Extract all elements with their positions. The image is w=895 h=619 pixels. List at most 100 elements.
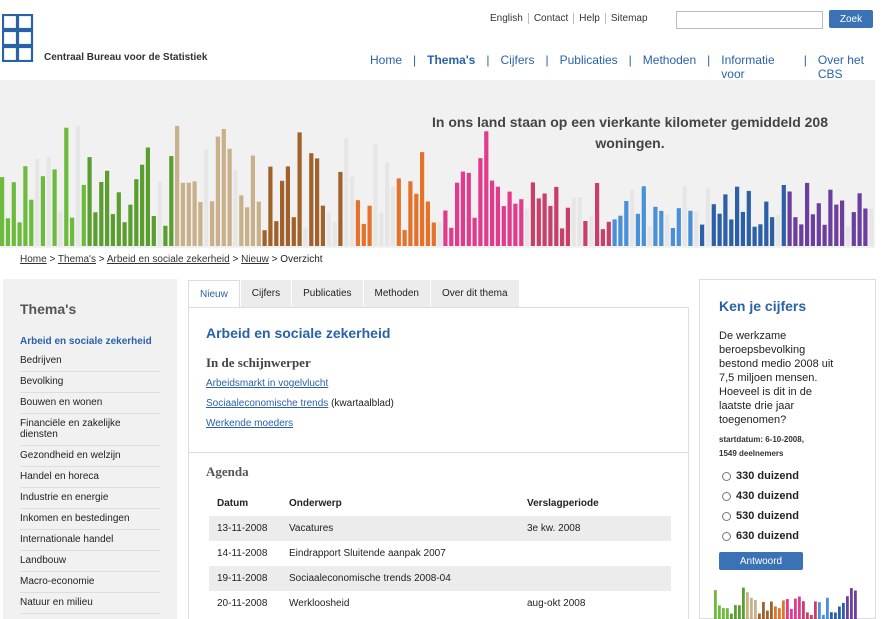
sidebar-item-bouwen-en-wonen[interactable]: Bouwen en wonen (20, 393, 160, 414)
banner-bar (729, 219, 734, 246)
cell-onderwerp: Eindrapport Sluitende aanpak 2007 (289, 548, 446, 559)
link-sitemap[interactable]: Sitemap (606, 13, 653, 24)
breadcrumb: Home > Thema's > Arbeid en sociale zeker… (20, 254, 323, 265)
tab-methoden[interactable]: Methoden (363, 280, 430, 308)
banner-bar (530, 182, 535, 246)
banner-bar (816, 203, 821, 246)
option-label: 630 duizend (736, 530, 799, 542)
banner-bar (705, 188, 710, 246)
quiz-bar (754, 599, 757, 619)
banner-bar (46, 157, 51, 246)
breadcrumb-themas[interactable]: Thema's (58, 254, 96, 265)
quiz-participants: 1549 deelnemers (719, 449, 784, 458)
quiz-option-630[interactable]: 630 duizend (722, 530, 799, 542)
nav-cijfers[interactable]: Cijfers (489, 53, 545, 81)
page-title: Arbeid en sociale zekerheid (206, 325, 391, 341)
banner-bar (128, 204, 133, 246)
sidebar-item-internationale-handel[interactable]: Internationale handel (20, 530, 160, 551)
banner-bar (577, 197, 582, 246)
option-label: 530 duizend (736, 510, 799, 522)
quiz-option-530[interactable]: 530 duizend (722, 510, 799, 522)
table-row[interactable]: 20-11-2008 Werkloosheid aug-okt 2008 (209, 591, 671, 616)
banner-bar (536, 198, 541, 246)
banner-bar (175, 125, 180, 246)
banner-bar (192, 181, 197, 246)
table-row[interactable]: 13-11-2008 Vacatures 3e kw. 2008 (209, 516, 671, 541)
banner-bar (665, 214, 670, 246)
sidebar-item-handel-horeca[interactable]: Handel en horeca (20, 467, 160, 488)
banner-bar (280, 180, 285, 246)
link-help[interactable]: Help (574, 13, 606, 24)
tab-over-dit-thema[interactable]: Over dit thema (430, 280, 519, 308)
quiz-bar (782, 600, 785, 619)
search-button[interactable]: Zoek (829, 10, 873, 28)
nav-publicaties[interactable]: Publicaties (549, 53, 629, 81)
search-input[interactable] (676, 11, 823, 29)
banner-bar (787, 191, 792, 246)
banner-bar (151, 216, 156, 246)
sidebar-item-industrie-energie[interactable]: Industrie en energie (20, 488, 160, 509)
breadcrumb-nieuw[interactable]: Nieuw (241, 254, 269, 265)
sidebar-item-bedrijven[interactable]: Bedrijven (20, 351, 160, 372)
banner-bar (682, 186, 687, 246)
radio-button[interactable] (722, 511, 731, 521)
breadcrumb-arbeid[interactable]: Arbeid en sociale zekerheid (107, 254, 230, 265)
banner-bar (612, 219, 617, 246)
radio-button[interactable] (722, 491, 731, 501)
radio-button[interactable] (722, 471, 731, 481)
table-row[interactable]: 19-11-2008 Sociaaleconomische trends 200… (209, 566, 671, 591)
banner-bar (350, 176, 355, 246)
banner-text: In ons land staan op een vierkante kilom… (431, 114, 828, 151)
banner-bar (717, 213, 722, 246)
quiz-bar (818, 602, 821, 619)
content-tabs: Nieuw Cijfers Publicaties Methoden Over … (188, 280, 520, 308)
quiz-start-date: startdatum: 6-10-2008, (719, 435, 804, 444)
banner-bar (64, 127, 69, 246)
tab-cijfers[interactable]: Cijfers (240, 280, 292, 308)
sidebar-item-natuur-milieu[interactable]: Natuur en milieu (20, 593, 160, 614)
banner-bar (75, 125, 80, 246)
breadcrumb-separator: > (98, 254, 105, 265)
sidebar-item-bevolking[interactable]: Bevolking (20, 372, 160, 393)
banner-bar (600, 229, 605, 246)
spotlight-link-werkende-moeders[interactable]: Werkende moeders (206, 418, 293, 429)
tab-nieuw[interactable]: Nieuw (188, 280, 240, 308)
banner-bar (40, 176, 45, 246)
banner-bar (630, 189, 635, 246)
radio-button[interactable] (722, 531, 731, 541)
sidebar-item-arbeid[interactable]: Arbeid en sociale zekerheid (20, 335, 160, 351)
link-english[interactable]: English (490, 13, 529, 24)
link-contact[interactable]: Contact (529, 13, 575, 24)
nav-methoden[interactable]: Methoden (632, 53, 707, 81)
banner-bar (694, 211, 699, 246)
banner-bar (309, 153, 314, 246)
quiz-bar (770, 601, 773, 619)
tab-publicaties[interactable]: Publicaties (292, 280, 363, 308)
banner-bar (857, 193, 862, 246)
quiz-option-330[interactable]: 330 duizend (722, 470, 799, 482)
nav-informatie-voor[interactable]: Informatie voor (710, 53, 803, 81)
banner-bar (455, 182, 460, 246)
nav-themas[interactable]: Thema's (416, 53, 486, 81)
breadcrumb-home[interactable]: Home (20, 254, 47, 265)
table-row[interactable]: 14-11-2008 Eindrapport Sluitende aanpak … (209, 541, 671, 566)
banner-bar (490, 180, 495, 246)
banner-bar (723, 194, 728, 246)
sidebar-item-financiele-diensten[interactable]: Financiële en zakelijke diensten (20, 414, 160, 446)
nav-home[interactable]: Home (370, 53, 413, 81)
sidebar-item-inkomen[interactable]: Inkomen en bestedingen (20, 509, 160, 530)
quiz-option-430[interactable]: 430 duizend (722, 490, 799, 502)
sidebar-item-landbouw[interactable]: Landbouw (20, 551, 160, 572)
banner-bar (291, 217, 296, 246)
banner-bar (99, 182, 104, 246)
sidebar-item-macro-economie[interactable]: Macro-economie (20, 572, 160, 593)
quiz-question: De werkzame beroepsbevolking bestond med… (719, 330, 834, 426)
spotlight-link-arbeidsmarkt[interactable]: Arbeidsmarkt in vogelvlucht (206, 378, 328, 389)
nav-over-het-cbs[interactable]: Over het CBS (807, 53, 895, 81)
cbs-logo[interactable] (2, 14, 34, 62)
themes-list: Arbeid en sociale zekerheid Bedrijven Be… (20, 335, 160, 614)
answer-button[interactable]: Antwoord (719, 552, 803, 570)
sidebar-item-gezondheid[interactable]: Gezondheid en welzijn (20, 446, 160, 467)
spotlight-link-sociaaleconomische-trends[interactable]: Sociaaleconomische trends (206, 398, 328, 409)
banner-bar (11, 182, 16, 246)
